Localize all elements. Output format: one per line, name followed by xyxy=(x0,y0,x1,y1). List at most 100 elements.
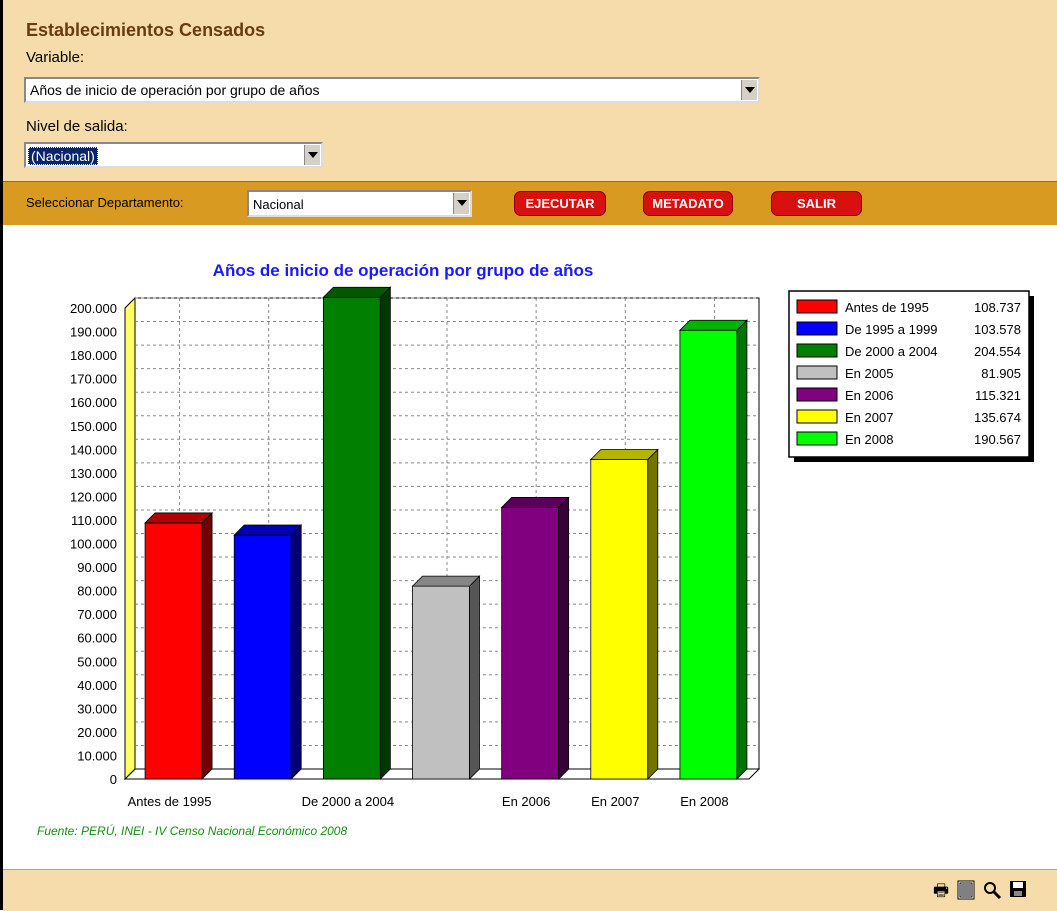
bar-front xyxy=(144,522,203,780)
bar-6 xyxy=(589,448,659,780)
y-tick-label: 150.000 xyxy=(70,419,117,434)
bar-top xyxy=(411,575,481,587)
legend-label: De 2000 a 2004 xyxy=(845,344,938,359)
legend-value: 204.554 xyxy=(974,344,1021,359)
y-tick-label: 60.000 xyxy=(77,631,117,646)
variable-select-value: Años de inicio de operación por grupo de… xyxy=(30,82,320,98)
variable-select[interactable]: Años de inicio de operación por grupo de… xyxy=(24,77,760,103)
x-tick-label: En 2008 xyxy=(680,794,728,809)
nivel-label: Nivel de salida: xyxy=(26,118,128,135)
y-tick-label: 80.000 xyxy=(77,584,117,599)
y-tick-label: 190.000 xyxy=(70,325,117,340)
chevron-down-icon[interactable] xyxy=(453,193,469,214)
y-tick-label: 170.000 xyxy=(70,372,117,387)
print-icon[interactable]: 🖶 xyxy=(930,880,952,902)
status-bar: 🖶 xyxy=(3,869,1057,911)
legend-swatch xyxy=(796,321,838,336)
bar-side xyxy=(558,496,570,780)
y-tick-label: 180.000 xyxy=(70,348,117,363)
y-tick-label: 200.000 xyxy=(70,301,117,316)
bar-top xyxy=(589,449,659,460)
legend-label: En 2008 xyxy=(845,432,893,447)
bar-2 xyxy=(233,524,303,780)
zoom-icon[interactable] xyxy=(981,880,1003,902)
legend-swatch xyxy=(796,299,838,314)
bar-front xyxy=(233,534,292,780)
legend-label: En 2006 xyxy=(845,388,893,403)
legend-value: 115.321 xyxy=(975,388,1021,403)
bar-4 xyxy=(411,575,481,780)
bar-chart: 0 10.000 20.000 30.000 40.000 50.000 60.000 70.… xyxy=(70,261,1034,809)
bar-side xyxy=(647,448,659,780)
bar-7 xyxy=(678,319,748,780)
bar-top xyxy=(144,512,214,524)
filter-panel: Establecimientos Censados Variable: Años… xyxy=(3,0,1057,181)
chart-title: Años de inicio de operación por grupo de… xyxy=(213,261,594,280)
y-tick-label: 40.000 xyxy=(77,678,117,693)
y-tick-label: 0 xyxy=(110,772,117,787)
chart-legend: Antes de 1995 108.737 De 1995 a 1999 103.57… xyxy=(788,290,1034,462)
bar-1 xyxy=(144,511,214,780)
y-tick-label: 50.000 xyxy=(77,654,117,669)
chart-source: Fuente: PERÚ, INEI - IV Censo Nacional E… xyxy=(37,824,348,838)
save-icon[interactable] xyxy=(1007,880,1029,902)
bar-side xyxy=(379,286,391,780)
y-tick-label: 10.000 xyxy=(77,748,117,763)
bar-front xyxy=(501,507,560,780)
legend-value: 103.578 xyxy=(974,322,1021,337)
legend-label: En 2007 xyxy=(845,410,893,425)
legend-swatch xyxy=(796,431,838,446)
legend-value: 135.674 xyxy=(974,410,1021,425)
legend-swatch xyxy=(796,387,838,402)
bar-top xyxy=(322,286,392,298)
x-tick-label: De 2000 a 2004 xyxy=(302,794,395,809)
legend-value: 81.905 xyxy=(981,366,1021,381)
variable-label: Variable: xyxy=(26,49,85,66)
x-tick-label: Antes de 1995 xyxy=(128,794,212,809)
bar-3 xyxy=(322,286,392,780)
bar-top xyxy=(678,319,748,331)
bar-front xyxy=(590,459,649,780)
bar-side xyxy=(469,575,480,780)
nivel-select[interactable]: (Nacional) xyxy=(24,142,323,168)
bar-front xyxy=(679,329,738,780)
legend-value: 190.567 xyxy=(974,432,1021,447)
legend-swatch xyxy=(796,343,838,358)
y-tick-label: 20.000 xyxy=(77,725,117,740)
chevron-down-icon[interactable] xyxy=(304,145,320,165)
action-bar: Seleccionar Departamento: Nacional EJECU… xyxy=(3,181,1057,225)
x-tick-label: En 2006 xyxy=(502,794,550,809)
bar-front xyxy=(322,296,381,780)
legend-value: 108.737 xyxy=(974,300,1021,315)
salir-button[interactable]: SALIR xyxy=(771,191,862,216)
bar-side xyxy=(290,524,302,780)
legend-swatch xyxy=(796,365,838,380)
x-tick-label: En 2007 xyxy=(591,794,639,809)
chevron-down-icon[interactable] xyxy=(741,80,757,100)
bar-top xyxy=(233,524,303,536)
legend-swatch xyxy=(796,409,838,424)
metadato-button[interactable]: METADATO xyxy=(643,191,733,216)
departamento-select-value: Nacional xyxy=(253,197,304,212)
legend-label: De 1995 a 1999 xyxy=(845,322,938,337)
bar-front xyxy=(412,585,470,780)
plot-wall xyxy=(124,296,136,781)
legend-label: Antes de 1995 xyxy=(845,300,929,315)
y-tick-label: 90.000 xyxy=(77,560,117,575)
y-tick-label: 120.000 xyxy=(70,489,117,504)
ejecutar-button[interactable]: EJECUTAR xyxy=(514,191,606,216)
y-tick-label: 100.000 xyxy=(70,537,117,552)
legend-label: En 2005 xyxy=(845,366,893,381)
departamento-select[interactable]: Nacional xyxy=(247,190,472,217)
y-tick-label: 140.000 xyxy=(70,442,117,457)
y-tick-label: 130.000 xyxy=(70,466,117,481)
y-tick-label: 160.000 xyxy=(70,395,117,410)
y-tick-label: 70.000 xyxy=(77,607,117,622)
bar-5 xyxy=(500,496,570,780)
nivel-select-value: (Nacional) xyxy=(28,147,98,165)
bar-top xyxy=(500,497,570,508)
calculator-icon[interactable] xyxy=(955,880,977,902)
bar-side xyxy=(736,319,748,780)
y-tick-label: 110.000 xyxy=(71,513,117,528)
y-tick-label: 30.000 xyxy=(77,701,117,716)
